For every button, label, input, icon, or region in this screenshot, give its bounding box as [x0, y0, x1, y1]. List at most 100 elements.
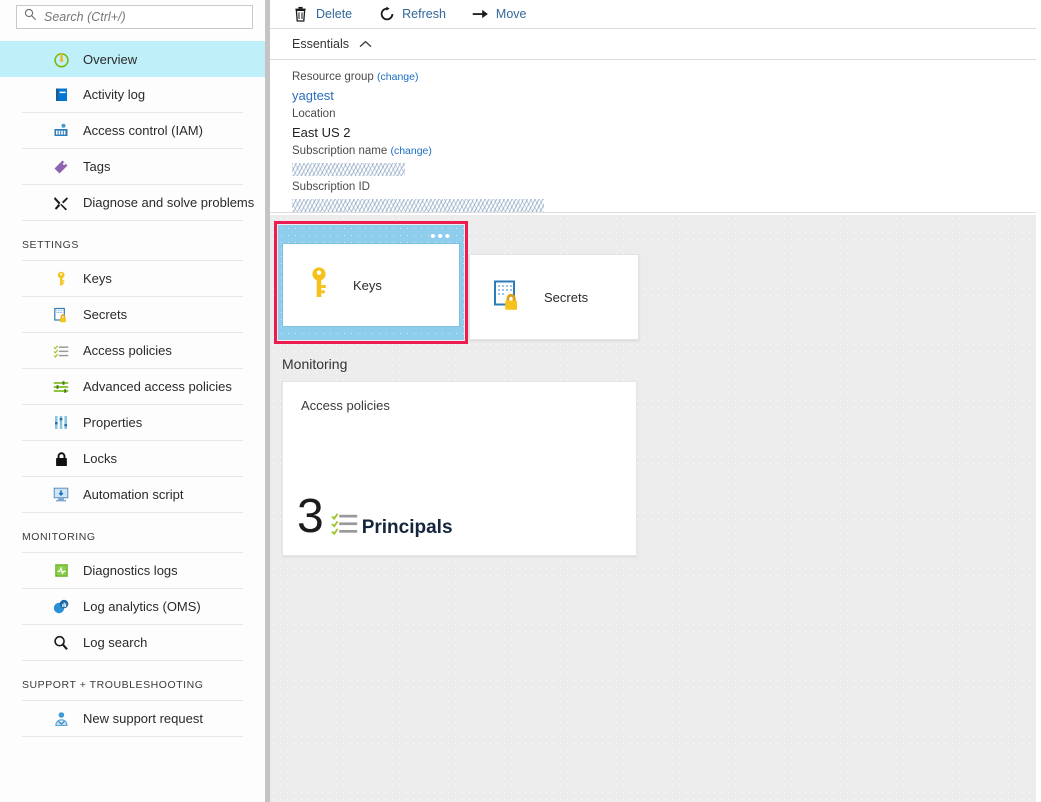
- tile-secrets[interactable]: Secrets: [469, 254, 639, 340]
- delete-button[interactable]: Delete: [292, 6, 352, 23]
- sidebar-item-label: Advanced access policies: [83, 379, 232, 394]
- sidebar-group-header: SETTINGS: [0, 221, 265, 260]
- log-analytics-icon: [52, 598, 70, 616]
- primary-nav-list: Overview Activity log: [0, 41, 265, 737]
- essentials-details: Resource group (change) yagtest Location…: [270, 60, 1041, 213]
- key-icon: [307, 266, 333, 305]
- tile-context-menu-icon[interactable]: •••: [430, 233, 452, 241]
- checklist-icon: [52, 342, 70, 360]
- sidebar-item-diagnose-solve[interactable]: Diagnose and solve problems: [22, 185, 243, 221]
- properties-icon: [52, 414, 70, 432]
- sidebar-item-activity-log[interactable]: Activity log: [22, 77, 243, 113]
- secret-lock-icon: [52, 306, 70, 324]
- trash-icon: [292, 6, 309, 23]
- sidebar-item-new-support-request[interactable]: New support request: [22, 701, 243, 737]
- tile-access-policies-monitor[interactable]: Access policies 3: [282, 381, 637, 556]
- sidebar-item-log-analytics[interactable]: Log analytics (OMS): [22, 589, 243, 625]
- sidebar-item-locks[interactable]: Locks: [22, 441, 243, 477]
- resource-group-change-link[interactable]: (change): [377, 71, 418, 83]
- essentials-label: Essentials: [292, 37, 349, 51]
- resource-group-value[interactable]: yagtest: [292, 86, 1041, 106]
- sidebar-item-label: Keys: [83, 271, 112, 286]
- sidebar-item-overview[interactable]: Overview: [0, 41, 265, 77]
- sidebar-group-header: MONITORING: [0, 513, 265, 552]
- tile-keys-card[interactable]: Keys: [282, 243, 460, 327]
- subscription-name-change-link[interactable]: (change): [390, 145, 431, 157]
- subscription-name-label-text: Subscription name: [292, 145, 387, 157]
- refresh-icon: [378, 6, 395, 23]
- sidebar-item-secrets[interactable]: Secrets: [22, 297, 243, 333]
- sidebar-item-log-search[interactable]: Log search: [22, 625, 243, 661]
- azure-portal-blade: Overview Activity log: [0, 0, 1041, 802]
- command-toolbar: Delete Refresh Move: [270, 0, 1041, 29]
- resource-group-label: Resource group (change): [292, 69, 1041, 86]
- sidebar-item-diagnostics-logs[interactable]: Diagnostics logs: [22, 553, 243, 589]
- essentials-header[interactable]: Essentials: [270, 29, 1041, 60]
- location-value: East US 2: [292, 123, 1041, 143]
- monitoring-section-header: Monitoring: [282, 356, 347, 372]
- sidebar-item-access-policies[interactable]: Access policies: [22, 333, 243, 369]
- sidebar-item-keys[interactable]: Keys: [22, 261, 243, 297]
- resource-group-label-text: Resource group: [292, 71, 374, 83]
- secret-lock-icon: [492, 279, 524, 316]
- sliders-green-icon: [52, 378, 70, 396]
- search-input[interactable]: [44, 10, 224, 24]
- sidebar-item-label: Log search: [83, 635, 147, 650]
- sidebar-item-label: Log analytics (OMS): [83, 599, 201, 614]
- sidebar-search-wrap: [0, 0, 265, 29]
- wrench-icon: [52, 194, 70, 212]
- access-control-icon: [52, 122, 70, 140]
- sidebar-item-label: Secrets: [83, 307, 127, 322]
- blade-right-edge: [1036, 0, 1041, 802]
- sidebar-item-label: Activity log: [83, 87, 145, 102]
- sidebar-item-label: Diagnostics logs: [83, 563, 178, 578]
- chevron-up-icon[interactable]: [359, 40, 372, 49]
- principal-count-label: Principals: [362, 517, 453, 539]
- support-request-icon: [52, 710, 70, 728]
- activity-log-icon: [52, 86, 70, 104]
- automation-script-icon: [52, 486, 70, 504]
- subscription-name-value-redacted: [292, 163, 405, 176]
- refresh-button[interactable]: Refresh: [378, 6, 446, 23]
- move-label: Move: [496, 7, 527, 21]
- resource-menu-sidebar: Overview Activity log: [0, 0, 265, 802]
- sidebar-item-label: Tags: [83, 159, 110, 174]
- sidebar-item-properties[interactable]: Properties: [22, 405, 243, 441]
- search-box[interactable]: [16, 5, 253, 29]
- checklist-icon: [331, 511, 358, 537]
- dashboard-canvas: ••• Keys: [270, 215, 1036, 802]
- sidebar-item-tags[interactable]: Tags: [22, 149, 243, 185]
- key-icon: [52, 270, 70, 288]
- sidebar-item-label: Automation script: [83, 487, 183, 502]
- tile-keys-label: Keys: [353, 278, 382, 293]
- search-icon: [24, 8, 37, 26]
- sidebar-item-label: Access policies: [83, 343, 172, 358]
- arrow-right-icon: [472, 6, 489, 23]
- move-button[interactable]: Move: [472, 6, 527, 23]
- subscription-id-value-redacted: [292, 199, 544, 212]
- log-search-icon: [52, 634, 70, 652]
- tag-icon: [52, 158, 70, 176]
- sidebar-item-label: Access control (IAM): [83, 123, 203, 138]
- tile-monitor-stat: 3 Principals: [297, 493, 453, 541]
- delete-label: Delete: [316, 7, 352, 21]
- tile-monitor-title: Access policies: [301, 398, 390, 413]
- overview-icon: [52, 50, 70, 68]
- diagnostics-logs-icon: [52, 562, 70, 580]
- subscription-id-label: Subscription ID: [292, 179, 1041, 196]
- sidebar-item-label: Diagnose and solve problems: [83, 195, 254, 210]
- principal-count: 3: [297, 493, 324, 541]
- sidebar-item-label: Locks: [83, 451, 117, 466]
- blade-content: Delete Refresh Move: [270, 0, 1041, 802]
- sidebar-item-automation-script[interactable]: Automation script: [22, 477, 243, 513]
- lock-icon: [52, 450, 70, 468]
- subscription-name-label: Subscription name (change): [292, 143, 1041, 160]
- sidebar-item-label: Properties: [83, 415, 142, 430]
- sidebar-item-label: New support request: [83, 711, 203, 726]
- sidebar-item-label: Overview: [83, 52, 137, 67]
- location-label: Location: [292, 106, 1041, 123]
- tile-secrets-label: Secrets: [544, 290, 588, 305]
- sidebar-item-advanced-access-policies[interactable]: Advanced access policies: [22, 369, 243, 405]
- sidebar-group-header: SUPPORT + TROUBLESHOOTING: [0, 661, 265, 700]
- sidebar-item-access-control[interactable]: Access control (IAM): [22, 113, 243, 149]
